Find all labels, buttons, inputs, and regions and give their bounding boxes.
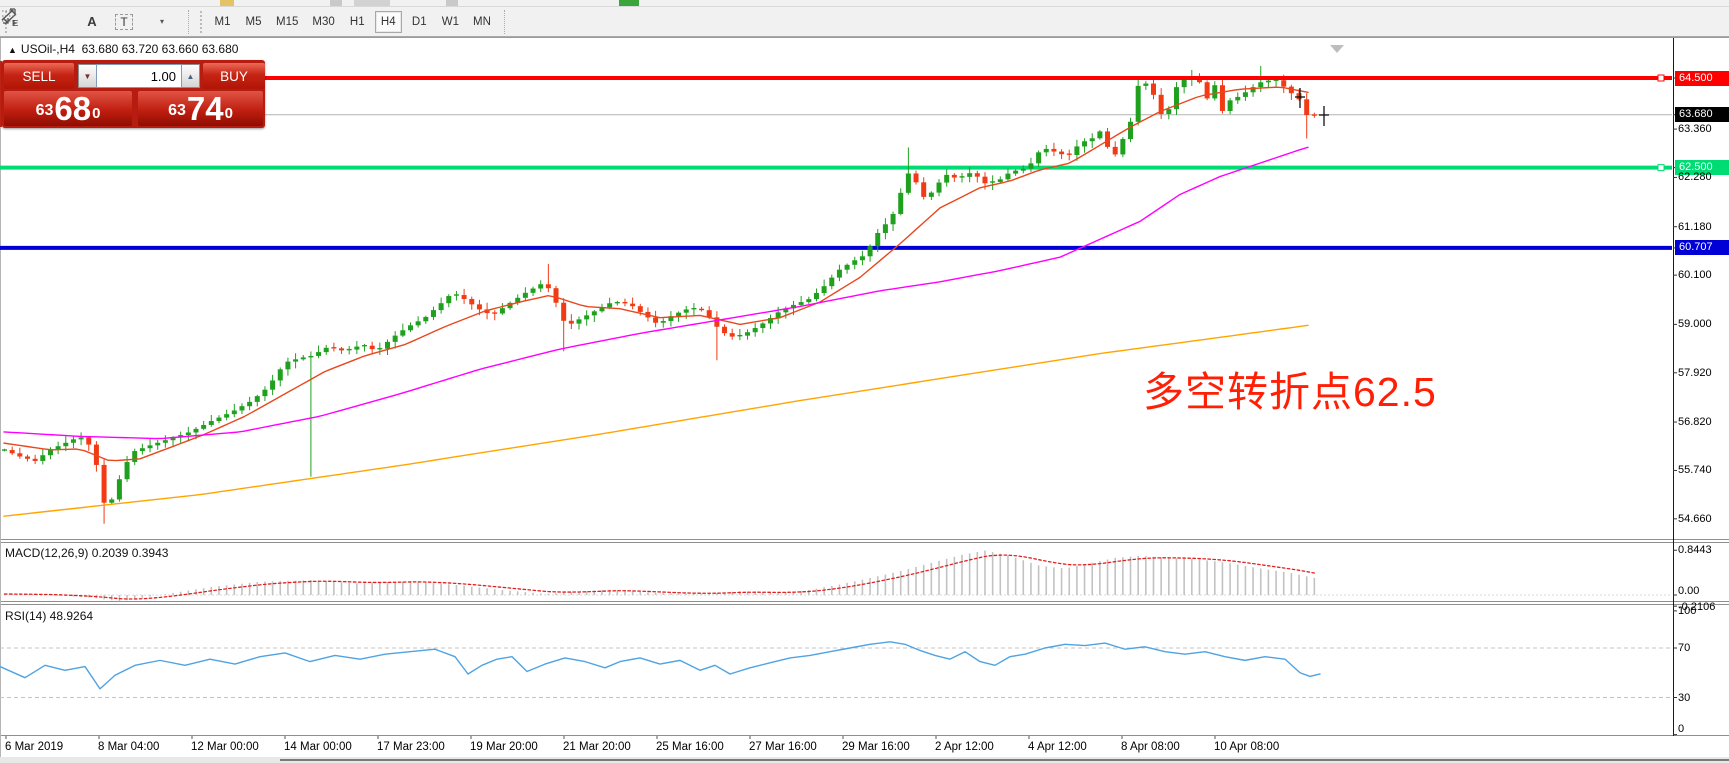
ask-main-digits: 74: [187, 92, 224, 126]
price-axis-label: 61.180: [1678, 220, 1728, 234]
bid-price-display[interactable]: 63 68 0: [4, 91, 132, 126]
ask-price-display[interactable]: 63 74 0: [138, 91, 263, 126]
chart-annotation-text: 多空转折点62.5: [1143, 358, 1437, 418]
time-axis-label: 12 Mar 00:00: [191, 741, 259, 753]
time-axis-label: 27 Mar 16:00: [749, 741, 817, 753]
time-axis-label: 8 Mar 04:00: [98, 741, 159, 753]
time-axis-label: 2 Apr 12:00: [935, 741, 994, 753]
time-axis-label: 17 Mar 23:00: [377, 741, 445, 753]
one-click-top-row: SELL ▼ ▲ BUY: [2, 62, 265, 90]
sell-button[interactable]: SELL: [4, 63, 74, 89]
bid-main-digits: 68: [54, 92, 91, 126]
macd-indicator-label: MACD(12,26,9) 0.2039 0.3943: [5, 546, 168, 560]
price-axis-label: 56.820: [1678, 415, 1728, 429]
time-axis-label: 25 Mar 16:00: [656, 741, 724, 753]
volume-input[interactable]: [96, 64, 182, 88]
price-axis-label: 59.000: [1678, 317, 1728, 331]
macd-axis-label: 0.00: [1678, 584, 1728, 598]
macd-axis-label: 0.8443: [1678, 543, 1728, 557]
volume-decrease-button[interactable]: ▼: [78, 64, 96, 88]
time-axis-label: 8 Apr 08:00: [1121, 741, 1180, 753]
price-badge-63.680: 63.680: [1675, 107, 1729, 122]
time-axis-label: 10 Apr 08:00: [1214, 741, 1279, 753]
price-badge-64.500: 64.500: [1675, 71, 1729, 86]
scrollbar-thumb[interactable]: [280, 759, 1729, 761]
horizontal-scrollbar[interactable]: [0, 757, 1729, 763]
bid-prefix: 63: [36, 96, 54, 126]
time-axis-label: 29 Mar 16:00: [842, 741, 910, 753]
bid-sup-digit: 0: [92, 91, 100, 137]
price-badge-60.707: 60.707: [1675, 240, 1729, 255]
one-click-trading-panel: SELL ▼ ▲ BUY 63 68 0 63 74 0: [2, 60, 265, 128]
time-axis-label: 14 Mar 00:00: [284, 741, 352, 753]
price-axis-label: 57.920: [1678, 366, 1728, 380]
rsi-axis-label: 70: [1678, 641, 1728, 655]
time-axis-label: 19 Mar 20:00: [470, 741, 538, 753]
time-axis-label: 21 Mar 20:00: [563, 741, 631, 753]
volume-increase-button[interactable]: ▲: [182, 64, 200, 88]
time-axis-label: 6 Mar 2019: [5, 741, 63, 753]
collapse-panel-arrow-icon[interactable]: ▲: [8, 45, 17, 55]
chart-title: ▲ USOil-,H4 63.680 63.720 63.660 63.680: [8, 42, 238, 56]
price-axis-label: 60.100: [1678, 268, 1728, 282]
ask-prefix: 63: [168, 96, 186, 126]
price-axis-label: 62.280: [1678, 170, 1728, 184]
rsi-indicator-label: RSI(14) 48.9264: [5, 609, 93, 623]
price-axis-label: 55.740: [1678, 463, 1728, 477]
time-axis-label: 4 Apr 12:00: [1028, 741, 1087, 753]
symbol-ohlc-text: USOil-,H4 63.680 63.720 63.660 63.680: [21, 42, 239, 56]
rsi-axis-label: 30: [1678, 691, 1728, 705]
rsi-axis-label: 0: [1678, 722, 1728, 736]
buy-button[interactable]: BUY: [203, 63, 265, 89]
ask-sup-digit: 0: [225, 91, 233, 137]
price-axis-label: 63.360: [1678, 122, 1728, 136]
rsi-axis-label: 100: [1678, 604, 1728, 618]
price-axis-label: 54.660: [1678, 512, 1728, 526]
